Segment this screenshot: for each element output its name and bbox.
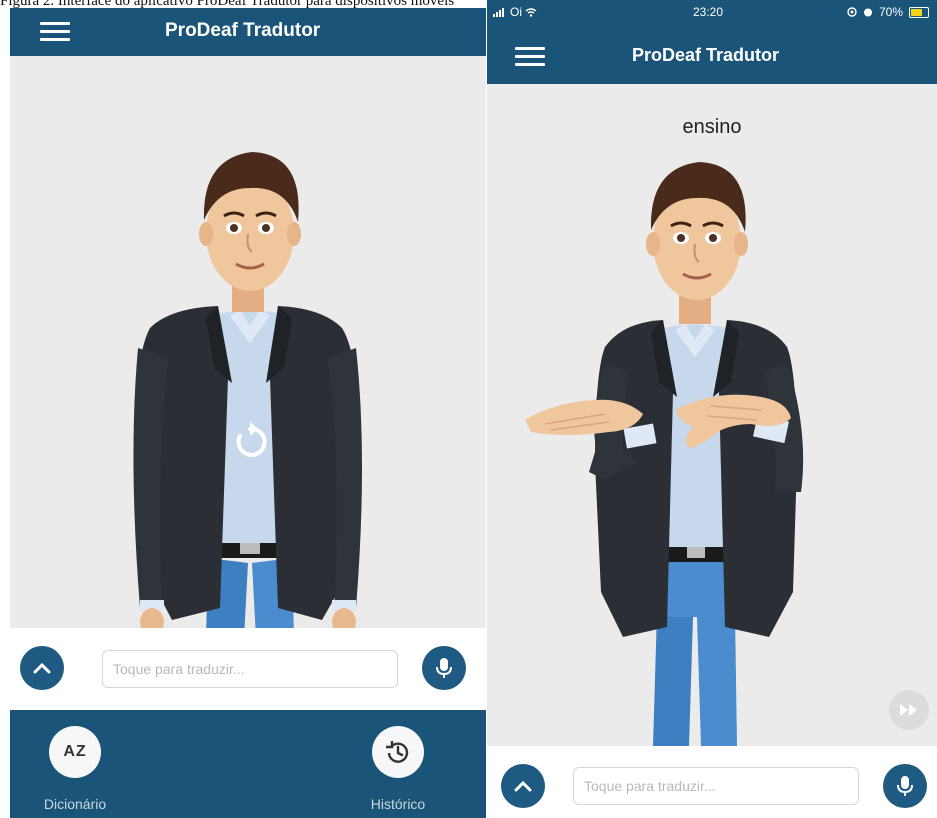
signal-bars-icon (493, 7, 504, 17)
right-phone-screen: Oi 23:20 70% ProDeaf Tradutor ensino (487, 0, 937, 818)
microphone-icon (436, 658, 452, 678)
left-phone-screen: ProDeaf Tradutor Toque para traduzir... … (10, 8, 486, 818)
microphone-button[interactable] (883, 764, 927, 808)
chevron-up-icon (514, 780, 532, 792)
alarm-icon (863, 8, 872, 17)
battery-icon (909, 6, 929, 18)
status-right: 70% (847, 5, 929, 19)
translate-input[interactable] (573, 767, 859, 805)
replay-icon[interactable] (228, 420, 272, 464)
battery-percent: 70% (878, 5, 903, 19)
carrier-signal: Oi (493, 5, 537, 19)
nav-label-dicionario: Dicionário (43, 796, 107, 812)
carrier-name: Oi (510, 5, 522, 19)
app-bar: ProDeaf Tradutor (487, 26, 937, 84)
microphone-button[interactable] (422, 646, 466, 690)
app-bar: ProDeaf Tradutor (10, 8, 486, 56)
avatar-neutral-pose (133, 152, 362, 638)
wifi-icon (525, 7, 537, 17)
app-title: ProDeaf Tradutor (165, 20, 321, 41)
fast-forward-icon (900, 704, 917, 716)
fast-forward-button[interactable] (889, 690, 929, 730)
az-dictionary-icon: AZ (49, 726, 101, 778)
status-time: 23:20 (693, 5, 724, 19)
location-icon (847, 7, 857, 17)
app-title: ProDeaf Tradutor (632, 45, 780, 65)
nav-dicionario[interactable]: AZ Dicionário (20, 710, 130, 812)
expand-button[interactable] (501, 764, 545, 808)
bottom-navigation: AZ Dicionário Histórico (10, 710, 486, 818)
status-bar: Oi 23:20 70% (487, 0, 937, 26)
sign-word: ensino (682, 116, 742, 138)
hamburger-menu-icon[interactable] (515, 47, 545, 67)
input-bar (487, 746, 937, 818)
expand-button[interactable] (20, 646, 64, 690)
input-bar (10, 628, 486, 710)
chevron-up-icon (33, 662, 51, 674)
history-clock-icon (372, 726, 424, 778)
hamburger-menu-icon[interactable] (40, 22, 70, 42)
avatar-signing-pose (525, 162, 804, 746)
translate-input[interactable] (102, 650, 398, 688)
nav-label-historico: Histórico (370, 796, 426, 812)
microphone-icon (897, 776, 913, 796)
nav-historico[interactable]: Histórico (343, 710, 453, 812)
